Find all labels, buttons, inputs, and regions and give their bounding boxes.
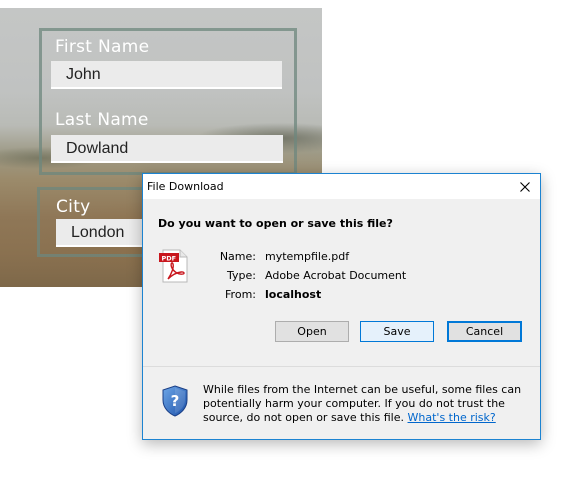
whats-the-risk-link[interactable]: What's the risk? [408, 411, 496, 424]
last-name-input[interactable]: Dowland [51, 135, 283, 163]
close-button[interactable] [510, 174, 540, 199]
name-label: Name: [219, 250, 256, 263]
pdf-icon: PDF [159, 249, 188, 283]
svg-text:PDF: PDF [162, 254, 177, 262]
city-label: City [56, 197, 91, 217]
file-type-value: Adobe Acrobat Document [265, 269, 407, 282]
city-input[interactable]: London [56, 219, 146, 247]
from-label: From: [225, 288, 256, 301]
type-label: Type: [227, 269, 256, 282]
open-button[interactable]: Open [275, 321, 349, 342]
close-icon [520, 181, 530, 192]
dialog-question: Do you want to open or save this file? [158, 217, 393, 230]
dialog-title: File Download [147, 180, 224, 193]
security-warning: While files from the Internet can be use… [203, 383, 533, 425]
shield-question-icon: ? [162, 385, 188, 417]
svg-text:?: ? [171, 392, 180, 410]
file-name-value: mytempfile.pdf [265, 250, 350, 263]
cancel-button[interactable]: Cancel [447, 321, 522, 342]
last-name-label: Last Name [55, 110, 149, 130]
save-button[interactable]: Save [360, 321, 434, 342]
file-download-dialog: File Download Do you want to open or sav… [142, 173, 541, 440]
dialog-titlebar[interactable]: File Download [143, 174, 540, 199]
file-source-value: localhost [265, 288, 322, 301]
first-name-input[interactable]: John [51, 61, 282, 89]
dialog-divider [143, 366, 540, 367]
first-name-label: First Name [55, 37, 150, 57]
